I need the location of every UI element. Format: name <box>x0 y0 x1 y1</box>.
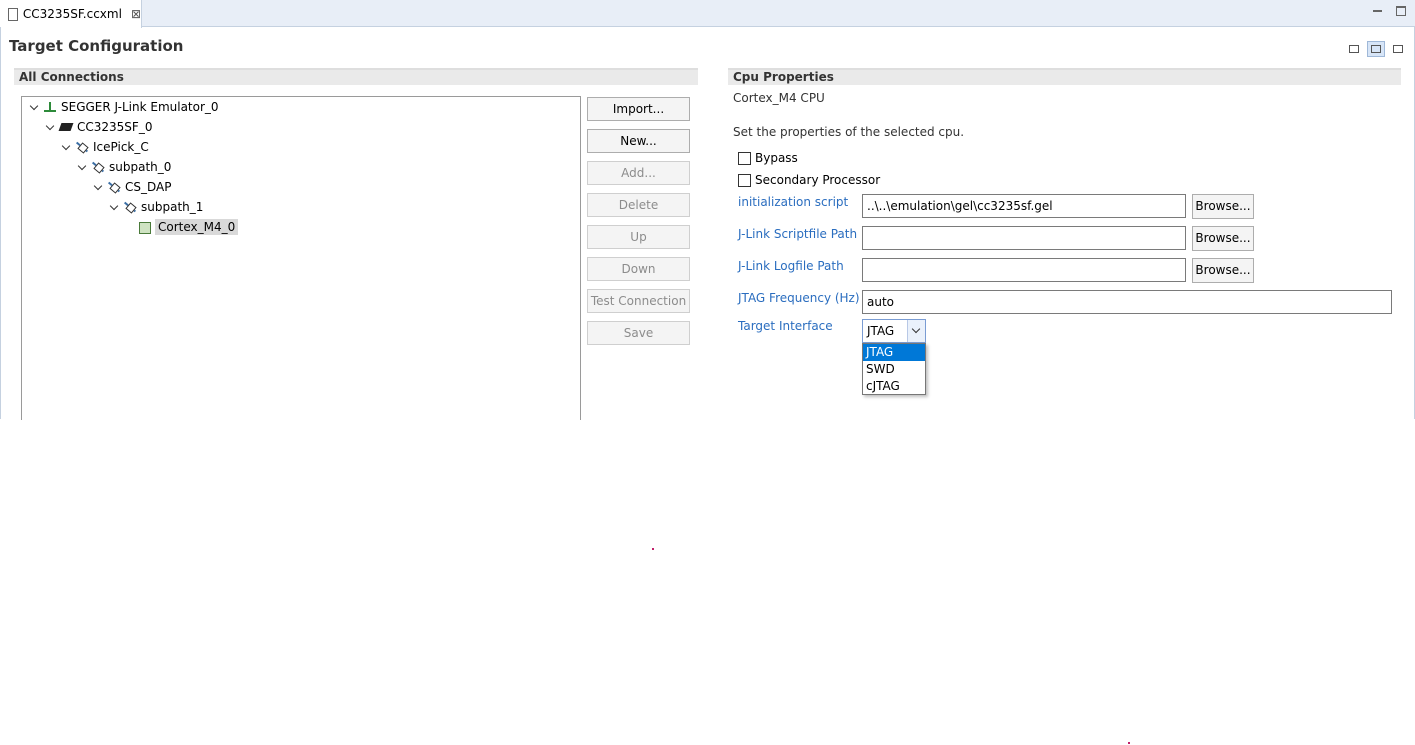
browse-scriptfile-button[interactable]: Browse... <box>1192 226 1254 251</box>
editor-tab-bar: CC3235SF.ccxml ⊠ <box>0 0 1415 28</box>
horizontal-layout-icon[interactable] <box>1345 41 1363 57</box>
new-button[interactable]: New... <box>587 129 690 153</box>
import-button[interactable]: Import... <box>587 97 690 121</box>
emulator-icon <box>43 100 57 114</box>
chevron-down-icon[interactable] <box>61 142 71 152</box>
tree-node-label: subpath_0 <box>109 160 172 174</box>
secondary-processor-checkbox[interactable]: Secondary Processor <box>738 173 880 187</box>
jtag-frequency-link[interactable]: JTAG Frequency (Hz) <box>738 291 860 305</box>
jtag-frequency-field[interactable]: auto <box>862 290 1392 314</box>
chevron-down-icon[interactable] <box>45 122 55 132</box>
bypass-checkbox[interactable]: Bypass <box>738 151 798 165</box>
tree-node-cortex[interactable]: Cortex_M4_0 <box>137 218 239 236</box>
option-swd[interactable]: SWD <box>863 361 925 378</box>
editor-tab-ccxml[interactable]: CC3235SF.ccxml ⊠ <box>0 0 142 28</box>
path-icon <box>123 200 137 214</box>
minimize-icon[interactable] <box>1373 6 1382 12</box>
checkbox-icon[interactable] <box>738 173 751 187</box>
tree-node-label: SEGGER J-Link Emulator_0 <box>61 100 219 114</box>
page-title: Target Configuration <box>9 37 184 55</box>
cpu-description: Set the properties of the selected cpu. <box>733 125 965 139</box>
tree-node-subpath1[interactable]: subpath_1 <box>109 198 203 216</box>
ccxml-file-icon <box>8 7 18 21</box>
layout-toolbar <box>1345 41 1407 57</box>
chevron-down-icon[interactable] <box>77 162 87 172</box>
initialization-script-field[interactable]: ..\..\emulation\gel\cc3235sf.gel <box>862 194 1186 218</box>
browse-logfile-button[interactable]: Browse... <box>1192 258 1254 283</box>
logfile-path-field[interactable] <box>862 258 1186 282</box>
tab-title: CC3235SF.ccxml <box>22 7 122 21</box>
chip-icon <box>59 120 73 134</box>
option-cjtag[interactable]: cJTAG <box>863 378 925 395</box>
scriptfile-path-field[interactable] <box>862 226 1186 250</box>
path-icon <box>91 160 105 174</box>
maximize-icon[interactable] <box>1396 6 1406 16</box>
add-button[interactable]: Add... <box>587 161 690 185</box>
all-connections-header: All Connections <box>14 68 698 85</box>
down-button[interactable]: Down <box>587 257 690 281</box>
cpu-properties-header: Cpu Properties <box>728 68 1401 85</box>
logfile-path-link[interactable]: J-Link Logfile Path <box>738 259 844 273</box>
cpu-name: Cortex_M4 CPU <box>733 91 825 105</box>
browse-init-button[interactable]: Browse... <box>1192 194 1254 219</box>
secondary-processor-label: Secondary Processor <box>755 173 881 187</box>
chevron-down-icon[interactable] <box>29 102 39 112</box>
save-button[interactable]: Save <box>587 321 690 345</box>
single-layout-icon[interactable] <box>1389 41 1407 57</box>
target-interface-dropdown: JTAG SWD cJTAG <box>862 343 926 395</box>
tree-node-subpath0[interactable]: subpath_0 <box>77 158 171 176</box>
tree-node-device[interactable]: CC3235SF_0 <box>45 118 152 136</box>
tree-node-icepick[interactable]: IcePick_C <box>61 138 149 156</box>
chevron-down-icon[interactable] <box>93 182 103 192</box>
tree-node-emulator[interactable]: SEGGER J-Link Emulator_0 <box>29 98 219 116</box>
test-connection-button[interactable]: Test Connection <box>587 289 690 313</box>
tree-node-csdap[interactable]: CS_DAP <box>93 178 171 196</box>
tree-node-label: subpath_1 <box>141 200 204 214</box>
tree-node-label: CS_DAP <box>125 180 172 194</box>
target-interface-value: JTAG <box>867 324 895 338</box>
option-jtag[interactable]: JTAG <box>863 344 925 361</box>
scriptfile-path-link[interactable]: J-Link Scriptfile Path <box>738 227 857 241</box>
vertical-layout-icon[interactable] <box>1367 41 1385 57</box>
chevron-down-icon[interactable] <box>109 202 119 212</box>
target-interface-select[interactable]: JTAG <box>862 319 926 343</box>
chevron-down-icon[interactable] <box>907 320 925 342</box>
target-interface-link[interactable]: Target Interface <box>738 319 833 333</box>
initialization-script-link[interactable]: initialization script <box>738 195 848 209</box>
router-icon <box>75 140 89 154</box>
close-icon[interactable]: ⊠ <box>131 7 141 21</box>
tree-node-label: CC3235SF_0 <box>77 120 153 134</box>
router-icon <box>107 180 121 194</box>
stray-pixel <box>1128 742 1130 744</box>
delete-button[interactable]: Delete <box>587 193 690 217</box>
tree-node-label: Cortex_M4_0 <box>155 219 239 235</box>
tree-node-label: IcePick_C <box>93 140 149 154</box>
checkbox-icon[interactable] <box>738 151 751 165</box>
up-button[interactable]: Up <box>587 225 690 249</box>
stray-pixel <box>652 548 654 550</box>
bypass-label: Bypass <box>755 151 798 165</box>
cpu-icon <box>137 220 151 234</box>
